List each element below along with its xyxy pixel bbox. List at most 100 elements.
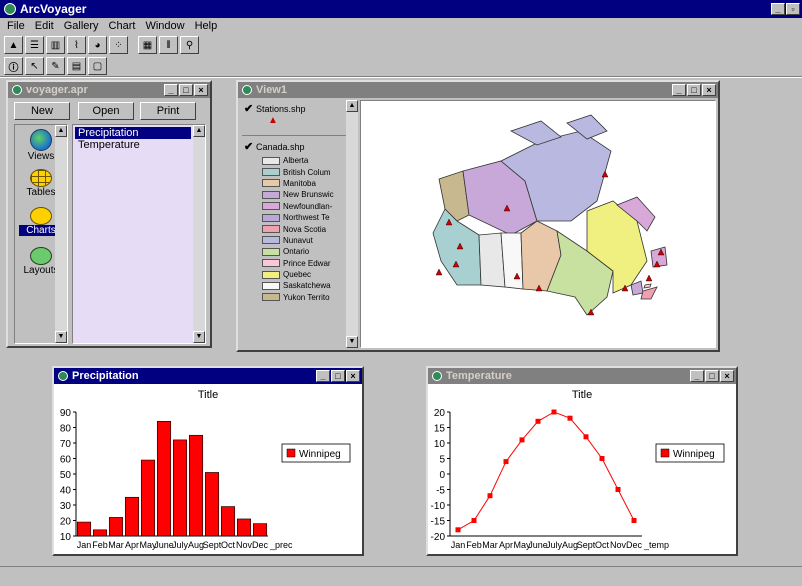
scroll-up-arrow-icon[interactable]: ▲	[346, 100, 358, 112]
legend-label: Yukon Territo	[283, 292, 330, 302]
menu-gallery[interactable]: Gallery	[64, 20, 99, 32]
chart-properties-icon[interactable]: ▦	[138, 36, 157, 54]
doc-type-list: Views Tables Charts Layouts ▲ ▼	[14, 124, 68, 344]
legend-label: Northwest Te	[283, 213, 330, 223]
chart-type-barh-icon[interactable]: ☰	[25, 36, 44, 54]
precip-minimize-button[interactable]: _	[316, 370, 330, 382]
legend-label: Prince Edwar	[283, 258, 331, 268]
menu-help[interactable]: Help	[195, 20, 218, 32]
print-button[interactable]: Print	[140, 102, 196, 120]
new-button[interactable]: New	[14, 102, 70, 120]
stations-checkbox-icon[interactable]: ✔	[244, 102, 256, 115]
legend-item: Prince Edwar	[262, 258, 346, 269]
identify-tool-icon[interactable]: ⓘ	[4, 57, 23, 75]
menu-window[interactable]: Window	[145, 20, 184, 32]
theme-stations[interactable]: ✔ Stations.shp ▲	[244, 102, 344, 126]
project-maximize-button[interactable]: □	[179, 84, 193, 96]
layouts-icon	[30, 247, 52, 265]
temp-minimize-button[interactable]: _	[690, 370, 704, 382]
precipitation-window-titlebar[interactable]: Precipitation _ □ ×	[54, 368, 362, 384]
data-point	[551, 409, 557, 415]
temp-close-button[interactable]: ×	[720, 370, 734, 382]
legend-label: Nova Scotia	[283, 224, 327, 234]
scroll-up-arrow-icon[interactable]: ▲	[193, 125, 205, 137]
open-button[interactable]: Open	[78, 102, 134, 120]
scroll-up-arrow-icon[interactable]: ▲	[55, 125, 67, 137]
text-tool-icon[interactable]: ▢	[88, 57, 107, 75]
doc-list-item-temperature[interactable]: Temperature	[75, 139, 191, 151]
data-point	[567, 415, 573, 421]
chart-type-column-icon[interactable]: ▥	[46, 36, 65, 54]
data-point	[487, 493, 493, 499]
y-tick-label: 80	[60, 424, 72, 435]
y-tick-label: -15	[431, 517, 446, 528]
x-tick-label: Jan	[451, 540, 466, 550]
precip-close-button[interactable]: ×	[346, 370, 360, 382]
chart-type-area-icon[interactable]: ▲	[4, 36, 23, 54]
x-tick-label: June	[528, 540, 548, 550]
legend-label: Saskatchewa	[283, 281, 331, 291]
y-tick-label: 0	[439, 470, 445, 481]
menu-file[interactable]: File	[7, 20, 25, 32]
scroll-down-arrow-icon[interactable]: ▼	[193, 331, 205, 343]
precipitation-window-title: Precipitation	[72, 370, 139, 382]
menu-edit[interactable]: Edit	[35, 20, 54, 32]
map-display[interactable]	[360, 100, 716, 348]
chart-type-scatter-icon[interactable]: ⁘	[109, 36, 128, 54]
data-point	[599, 456, 605, 461]
scroll-down-arrow-icon[interactable]: ▼	[346, 336, 358, 348]
view-window: View1 _ □ × ✔ Stations.shp ▲ ✔ Canada.sh…	[236, 80, 720, 352]
x-tick-label: July	[172, 540, 189, 550]
bar	[204, 472, 220, 537]
pointer-tool-icon[interactable]: ↖	[25, 57, 44, 75]
view-minimize-button[interactable]: _	[672, 84, 686, 96]
canada-checkbox-icon[interactable]: ✔	[244, 140, 256, 153]
new-brunswick-region	[630, 280, 644, 296]
view-window-titlebar[interactable]: View1 _ □ ×	[238, 82, 718, 98]
legend-swatch	[262, 168, 280, 177]
project-window-titlebar[interactable]: voyager.apr _ □ ×	[8, 82, 210, 98]
canada-map[interactable]	[361, 101, 715, 347]
find-binoculars-icon[interactable]: ⚲	[180, 36, 199, 54]
chart-type-pie-icon[interactable]: ◕	[88, 36, 107, 54]
doc-list-item-precipitation[interactable]: Precipitation	[75, 127, 191, 139]
legend-swatch	[660, 448, 670, 458]
view-close-button[interactable]: ×	[702, 84, 716, 96]
project-minimize-button[interactable]: _	[164, 84, 178, 96]
series-rows-columns-icon[interactable]: ⫴	[159, 36, 178, 54]
erase-tool-icon[interactable]: ✎	[46, 57, 65, 75]
theme-canada[interactable]: ✔ Canada.shp Alberta British Colum Manitob…	[244, 140, 346, 303]
project-close-button[interactable]: ×	[194, 84, 208, 96]
data-point	[471, 518, 477, 523]
legend-item: Ontario	[262, 246, 346, 257]
app-restore-button[interactable]: ▫	[786, 3, 800, 15]
scroll-down-arrow-icon[interactable]: ▼	[55, 331, 67, 343]
doc-list: Precipitation Temperature ▲ ▼	[72, 124, 206, 344]
doc-type-scrollbar[interactable]: ▲ ▼	[55, 125, 67, 343]
project-window-title: voyager.apr	[26, 84, 88, 96]
precip-maximize-button[interactable]: □	[331, 370, 345, 382]
temperature-window-titlebar[interactable]: Temperature _ □ ×	[428, 368, 736, 384]
chart-title: Title	[572, 389, 592, 401]
temp-maximize-button[interactable]: □	[705, 370, 719, 382]
x-tick-label: July	[546, 540, 563, 550]
view-maximize-button[interactable]: □	[687, 84, 701, 96]
app-minimize-button[interactable]: _	[771, 3, 785, 15]
legend-label: New Brunswic	[283, 190, 334, 200]
x-extra-label: _temp	[643, 540, 669, 550]
legend-item: Quebec	[262, 269, 346, 280]
doc-list-scrollbar[interactable]: ▲ ▼	[193, 125, 205, 343]
chart-element-properties-icon[interactable]: ▤	[67, 57, 86, 75]
menu-chart[interactable]: Chart	[109, 20, 136, 32]
precipitation-chart[interactable]: Title102030405060708090Jan Feb Mar Apr MayJu…	[54, 384, 362, 554]
legend-label: Ontario	[283, 247, 310, 257]
toc-scrollbar[interactable]: ▲ ▼	[346, 100, 358, 348]
temperature-chart[interactable]: Title20151050-5-10-15-20Jan Feb Mar Apr MayJ…	[428, 384, 736, 554]
chart-type-line-icon[interactable]: ⌇	[67, 36, 86, 54]
tool-bar: ⓘ ↖ ✎ ▤ ▢	[0, 56, 107, 76]
x-tick-label: Dec	[252, 540, 269, 550]
charts-icon	[30, 207, 52, 225]
view-window-title: View1	[256, 84, 287, 96]
bar	[236, 518, 252, 537]
canada-legend: Alberta British Colum Manitoba New Brunswic…	[262, 155, 346, 303]
